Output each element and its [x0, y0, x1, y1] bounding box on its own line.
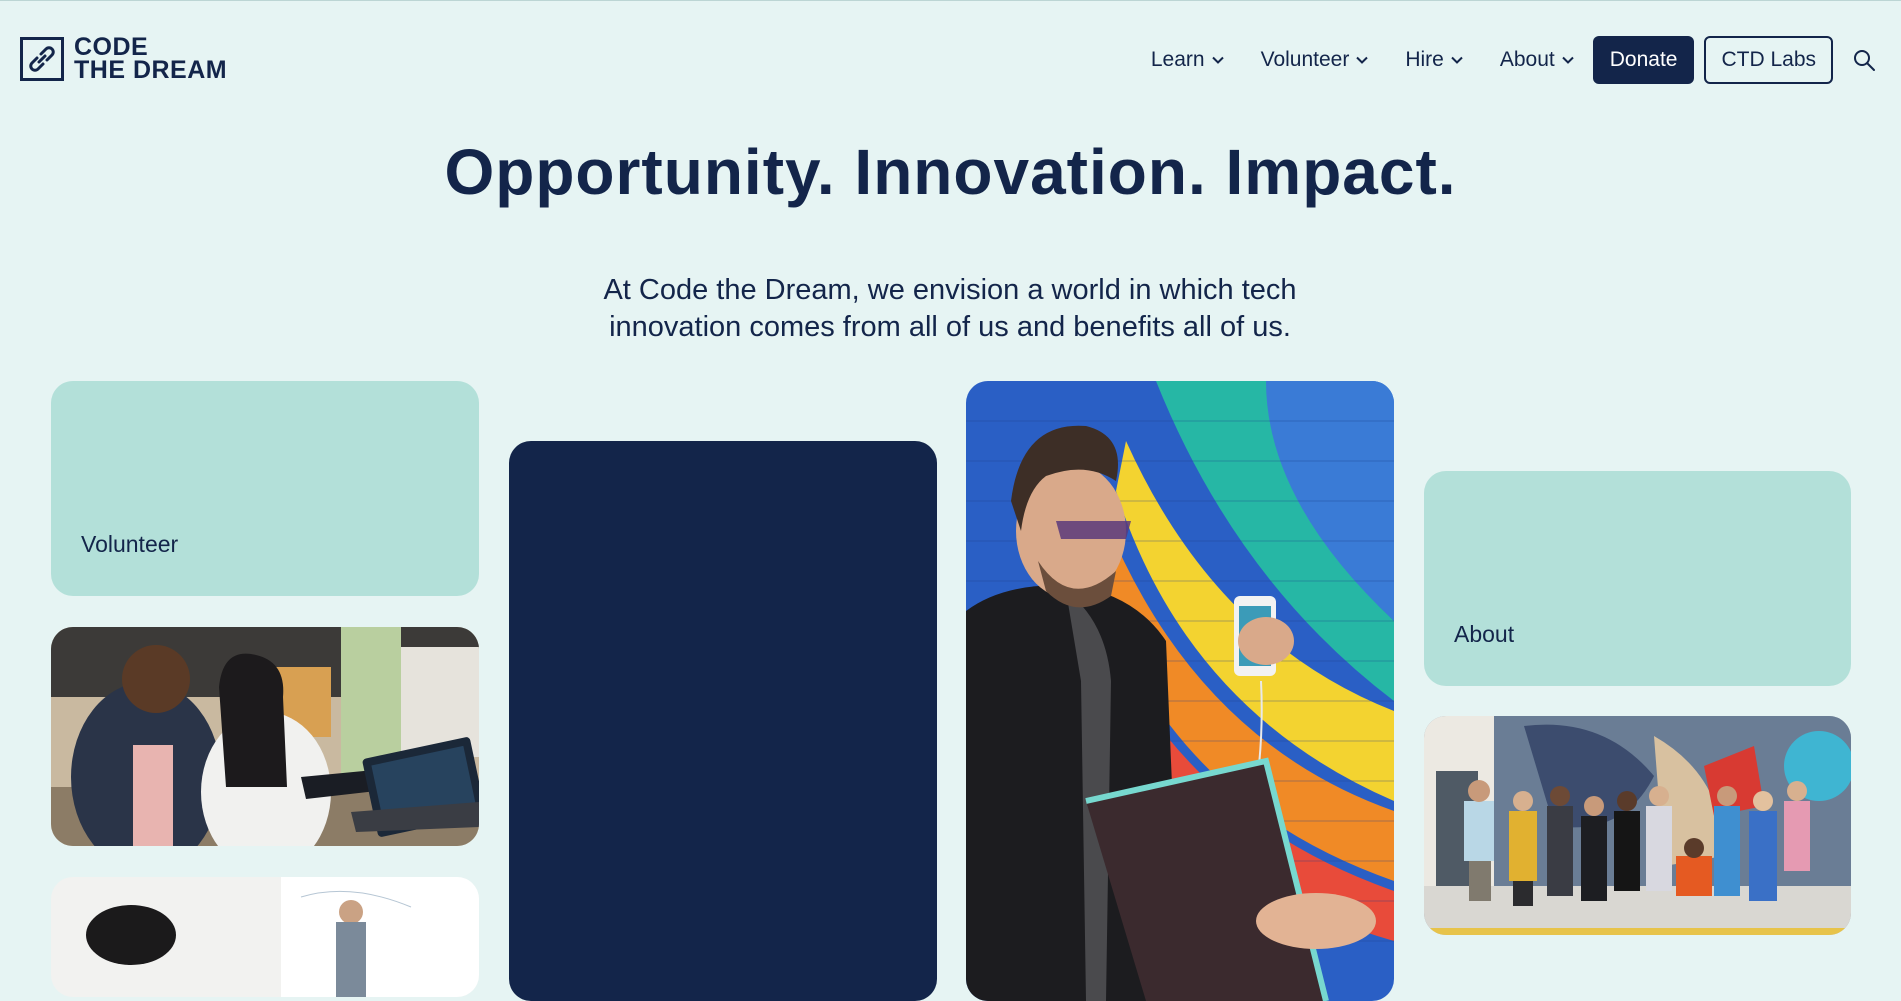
whiteboard-photo	[51, 877, 479, 997]
nav-item-label: About	[1499, 48, 1555, 71]
ctd-labs-button[interactable]: CTD Labs	[1704, 36, 1833, 84]
donate-button[interactable]: Donate	[1592, 36, 1695, 84]
hero-subtitle-line1: At Code the Dream, we envision a world i…	[603, 274, 1297, 306]
nav-item-about[interactable]: About	[1500, 48, 1575, 72]
link-chain-icon	[20, 37, 64, 81]
search-button[interactable]	[1851, 47, 1877, 73]
navy-feature-card	[509, 441, 937, 1001]
hero-subtitle-line2: innovation comes from all of us and bene…	[609, 311, 1291, 343]
chevron-down-icon	[1356, 56, 1369, 64]
nav-item-label: Volunteer	[1260, 48, 1350, 71]
brand-logo[interactable]: CODE THE DREAM	[20, 35, 228, 84]
chevron-down-icon	[1211, 56, 1224, 64]
volunteer-card-label: Volunteer	[81, 531, 179, 557]
volunteers-laptop-photo	[51, 627, 479, 846]
main-nav: Learn Volunteer Hire About Donate CTD La…	[1151, 36, 1877, 84]
site-header: CODE THE DREAM Learn Volunteer Hire Abou…	[0, 0, 1901, 120]
brand-name-line2: THE DREAM	[74, 56, 228, 84]
nav-item-label: Hire	[1405, 48, 1444, 71]
nav-item-learn[interactable]: Learn	[1151, 48, 1225, 72]
nav-item-label: Learn	[1150, 48, 1205, 71]
brand-name: CODE THE DREAM	[74, 35, 228, 84]
hero-subtitle: At Code the Dream, we envision a world i…	[540, 272, 1360, 346]
about-card-label: About	[1454, 621, 1515, 647]
search-icon	[1854, 50, 1875, 71]
nav-item-hire[interactable]: Hire	[1405, 48, 1464, 72]
developer-mural-photo	[966, 381, 1394, 1001]
about-card[interactable]: About	[1424, 471, 1851, 686]
hero-title: Opportunity. Innovation. Impact.	[444, 136, 1457, 208]
nav-item-volunteer[interactable]: Volunteer	[1261, 48, 1370, 72]
chevron-down-icon	[1451, 56, 1463, 64]
volunteer-card[interactable]: Volunteer	[51, 381, 479, 596]
chevron-down-icon	[1562, 56, 1574, 64]
team-mural-photo	[1424, 716, 1851, 935]
